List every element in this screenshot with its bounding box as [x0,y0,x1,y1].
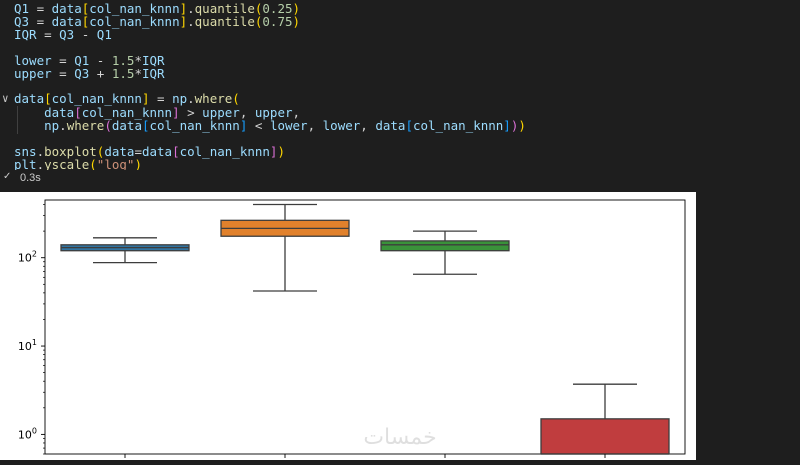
code-token: Q1 [96,27,112,42]
code-token: data [141,144,173,159]
code-token: col_nan_knnn [412,118,504,133]
y-tick-exponent: 2 [32,250,37,259]
y-tick-label: 101 [18,338,37,353]
code-token: = [51,66,75,81]
code-token: IQR [14,27,37,42]
code-token: IQR [141,66,165,81]
code-token: [ [141,118,150,133]
box-3 [380,240,510,252]
code-token: lower [322,118,361,133]
code-line: np.where(data[col_nan_knnn] < lower, low… [14,119,526,133]
y-tick-base: 10 [18,428,32,441]
code-token: < [247,118,270,133]
y-tick-exponent: 1 [32,338,37,347]
code-token: ( [104,118,112,133]
code-token: np [172,91,188,106]
code-token: [ [172,144,180,159]
output-side-panel [696,192,800,460]
code-token: data [375,118,406,133]
code-line: data[col_nan_knnn] = np.where( [14,92,240,106]
code-cell-editor[interactable]: ∨ Q1 = data[col_nan_knnn].quantile(0.25)… [0,0,800,172]
code-token: col_nan_knnn [179,144,270,159]
code-token: . [59,118,67,133]
boxplot-chart: 102101100 خمسات [18,199,686,458]
cell-output: 102 101 100 خمسات [0,192,696,460]
y-tick-exponent: 0 [32,426,37,435]
code-token: data [111,118,142,133]
code-line: upper = Q3 + 1.5*IQR [14,67,165,81]
code-token: ) [518,118,526,133]
code-token: where [66,118,105,133]
code-token: where [194,91,233,106]
code-token: col_nan_knnn [149,118,240,133]
code-token: upper [14,66,52,81]
code-token: ) [292,14,301,29]
y-tick-base: 10 [18,252,32,265]
code-token: [ [405,118,413,133]
cell-execution-status: ✓ 0.3s [0,170,800,186]
code-token: + [89,66,112,81]
code-token: = [36,27,60,42]
code-token: , [360,118,376,133]
code-token: = [149,91,173,106]
code-token: np [44,118,60,133]
code-token: 1.5 [111,66,135,81]
watermark-logo: خمسات [363,425,436,450]
execution-time: 0.3s [20,172,41,184]
y-tick-label: 100 [18,426,37,441]
code-token: . [187,14,195,29]
code-token: lower [269,118,308,133]
code-line: IQR = Q3 - Q1 [14,28,112,42]
box-4 [540,418,670,455]
code-token: , [307,118,323,133]
code-token: ] [179,14,188,29]
code-token: quantile [194,14,255,29]
code-token: data [14,91,45,106]
code-token: - [74,27,97,42]
y-tick-base: 10 [18,340,32,353]
code-token: Q3 [74,66,90,81]
y-tick-label: 102 [18,250,37,265]
fold-chevron-icon[interactable]: ∨ [2,92,9,106]
code-token: col_nan_knnn [51,91,142,106]
code-token: ) [277,144,285,159]
check-icon: ✓ [3,171,12,182]
code-token: Q3 [59,27,75,42]
code-token: [ [44,91,52,106]
code-token: . [187,91,195,106]
code-token: ( [232,91,240,106]
code-token: * [134,66,142,81]
code-token: ] [503,118,511,133]
code-token: 0.75 [262,14,293,29]
